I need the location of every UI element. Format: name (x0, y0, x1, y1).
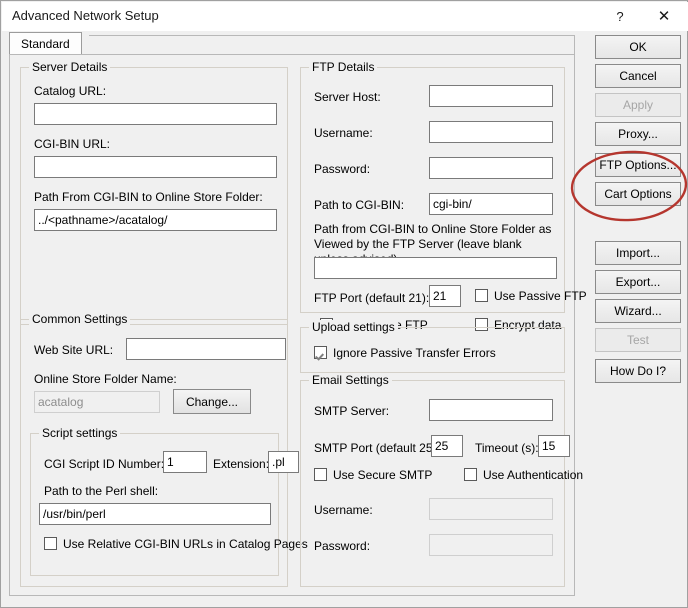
how-do-i-button[interactable]: How Do I? (595, 359, 681, 383)
checkbox-label-use-passive-ftp: Use Passive FTP (494, 289, 587, 303)
cgi-script-id-input[interactable] (163, 451, 207, 473)
label-smtp-port: SMTP Port (default 25): (314, 441, 440, 455)
group-title-email-settings: Email Settings (309, 373, 392, 387)
group-email-settings: Email Settings SMTP Server: SMTP Port (d… (300, 380, 565, 587)
label-perl-shell-path: Path to the Perl shell: (44, 484, 158, 498)
group-title-ftp-details: FTP Details (309, 60, 377, 74)
import-button[interactable]: Import... (595, 241, 681, 265)
group-title-upload-settings: Upload settings (309, 320, 398, 334)
ftp-password-input[interactable] (429, 157, 553, 179)
checkbox-label-use-authentication: Use Authentication (483, 468, 583, 482)
tab-strip-filler (89, 35, 575, 55)
label-smtp-server: SMTP Server: (314, 404, 389, 418)
label-timeout: Timeout (s): (475, 441, 539, 455)
label-cgi-script-id: CGI Script ID Number: (44, 457, 164, 471)
path-to-cgi-bin-input[interactable] (429, 193, 553, 215)
label-web-site-url: Web Site URL: (34, 343, 113, 357)
checkbox-label-ignore-passive-transfer-errors: Ignore Passive Transfer Errors (333, 346, 496, 360)
group-common-settings: Common Settings Web Site URL: Online Sto… (20, 319, 288, 587)
tab-page-standard: Server Details Catalog URL: CGI-BIN URL:… (9, 54, 575, 596)
online-store-folder-name-input[interactable] (34, 391, 160, 413)
label-ftp-username: Username: (314, 126, 373, 140)
close-icon[interactable]: ✕ (642, 3, 686, 31)
ftp-username-input[interactable] (429, 121, 553, 143)
group-script-settings: Script settings CGI Script ID Number: Ex… (30, 433, 279, 576)
cancel-button[interactable]: Cancel (595, 64, 681, 88)
label-cgi-bin-url: CGI-BIN URL: (34, 137, 110, 151)
smtp-username-input[interactable] (429, 498, 553, 520)
label-smtp-password: Password: (314, 539, 370, 553)
label-path-to-cgi-bin: Path to CGI-BIN: (314, 198, 404, 212)
tab-standard[interactable]: Standard (9, 32, 82, 55)
checkbox-label-use-secure-smtp: Use Secure SMTP (333, 468, 432, 482)
group-title-server-details: Server Details (29, 60, 110, 74)
apply-button: Apply (595, 93, 681, 117)
wizard-button[interactable]: Wizard... (595, 299, 681, 323)
export-button[interactable]: Export... (595, 270, 681, 294)
checkbox-box-ignore-passive-transfer-errors (314, 346, 327, 359)
checkbox-box-use-relative-cgi-urls (44, 537, 57, 550)
checkbox-use-passive-ftp[interactable]: Use Passive FTP (475, 289, 587, 304)
label-catalog-url: Catalog URL: (34, 84, 106, 98)
group-ftp-details: FTP Details Server Host: Username: Passw… (300, 67, 565, 313)
proxy-button[interactable]: Proxy... (595, 122, 681, 146)
label-extension: Extension: (213, 457, 269, 471)
ftp-options-button[interactable]: FTP Options... (595, 153, 681, 177)
test-button: Test (595, 328, 681, 352)
checkbox-box-use-authentication (464, 468, 477, 481)
checkbox-use-secure-smtp[interactable]: Use Secure SMTP (314, 468, 432, 483)
cart-options-button[interactable]: Cart Options (595, 182, 681, 206)
smtp-port-input[interactable] (431, 435, 463, 457)
change-folder-button[interactable]: Change... (173, 389, 251, 414)
label-ftp-password: Password: (314, 162, 370, 176)
group-upload-settings: Upload settings Ignore Passive Transfer … (300, 327, 565, 373)
cgi-bin-url-input[interactable] (34, 156, 277, 178)
label-online-store-folder-name: Online Store Folder Name: (34, 372, 177, 386)
catalog-url-input[interactable] (34, 103, 277, 125)
ok-button[interactable]: OK (595, 35, 681, 59)
advanced-network-setup-dialog: Advanced Network Setup ? ✕ Standard Serv… (0, 0, 688, 608)
ftp-server-host-input[interactable] (429, 85, 553, 107)
checkbox-use-authentication[interactable]: Use Authentication (464, 468, 583, 483)
path-from-cgi-bin-input[interactable] (34, 209, 277, 231)
checkbox-ignore-passive-transfer-errors[interactable]: Ignore Passive Transfer Errors (314, 346, 496, 361)
smtp-password-input[interactable] (429, 534, 553, 556)
checkbox-box-use-secure-smtp (314, 468, 327, 481)
group-title-script-settings: Script settings (39, 426, 120, 440)
title-bar: Advanced Network Setup ? ✕ (2, 2, 688, 31)
label-path-from-cgi-bin: Path From CGI-BIN to Online Store Folder… (34, 190, 263, 204)
smtp-server-input[interactable] (429, 399, 553, 421)
checkbox-label-use-relative-cgi-urls: Use Relative CGI-BIN URLs in Catalog Pag… (63, 537, 308, 551)
label-server-host: Server Host: (314, 90, 381, 104)
label-smtp-username: Username: (314, 503, 373, 517)
checkbox-use-relative-cgi-urls[interactable]: Use Relative CGI-BIN URLs in Catalog Pag… (44, 537, 308, 552)
viewed-path-input[interactable] (314, 257, 557, 279)
tab-strip: Standard (9, 32, 575, 56)
ftp-port-input[interactable] (429, 285, 461, 307)
web-site-url-input[interactable] (126, 338, 286, 360)
window-title: Advanced Network Setup (12, 8, 159, 23)
help-icon[interactable]: ? (598, 3, 642, 31)
perl-shell-path-input[interactable] (39, 503, 271, 525)
label-ftp-port: FTP Port (default 21): (314, 291, 429, 305)
group-server-details: Server Details Catalog URL: CGI-BIN URL:… (20, 67, 288, 325)
checkbox-box-use-passive-ftp (475, 289, 488, 302)
group-title-common-settings: Common Settings (29, 312, 130, 326)
timeout-input[interactable] (538, 435, 570, 457)
extension-input[interactable] (268, 451, 299, 473)
